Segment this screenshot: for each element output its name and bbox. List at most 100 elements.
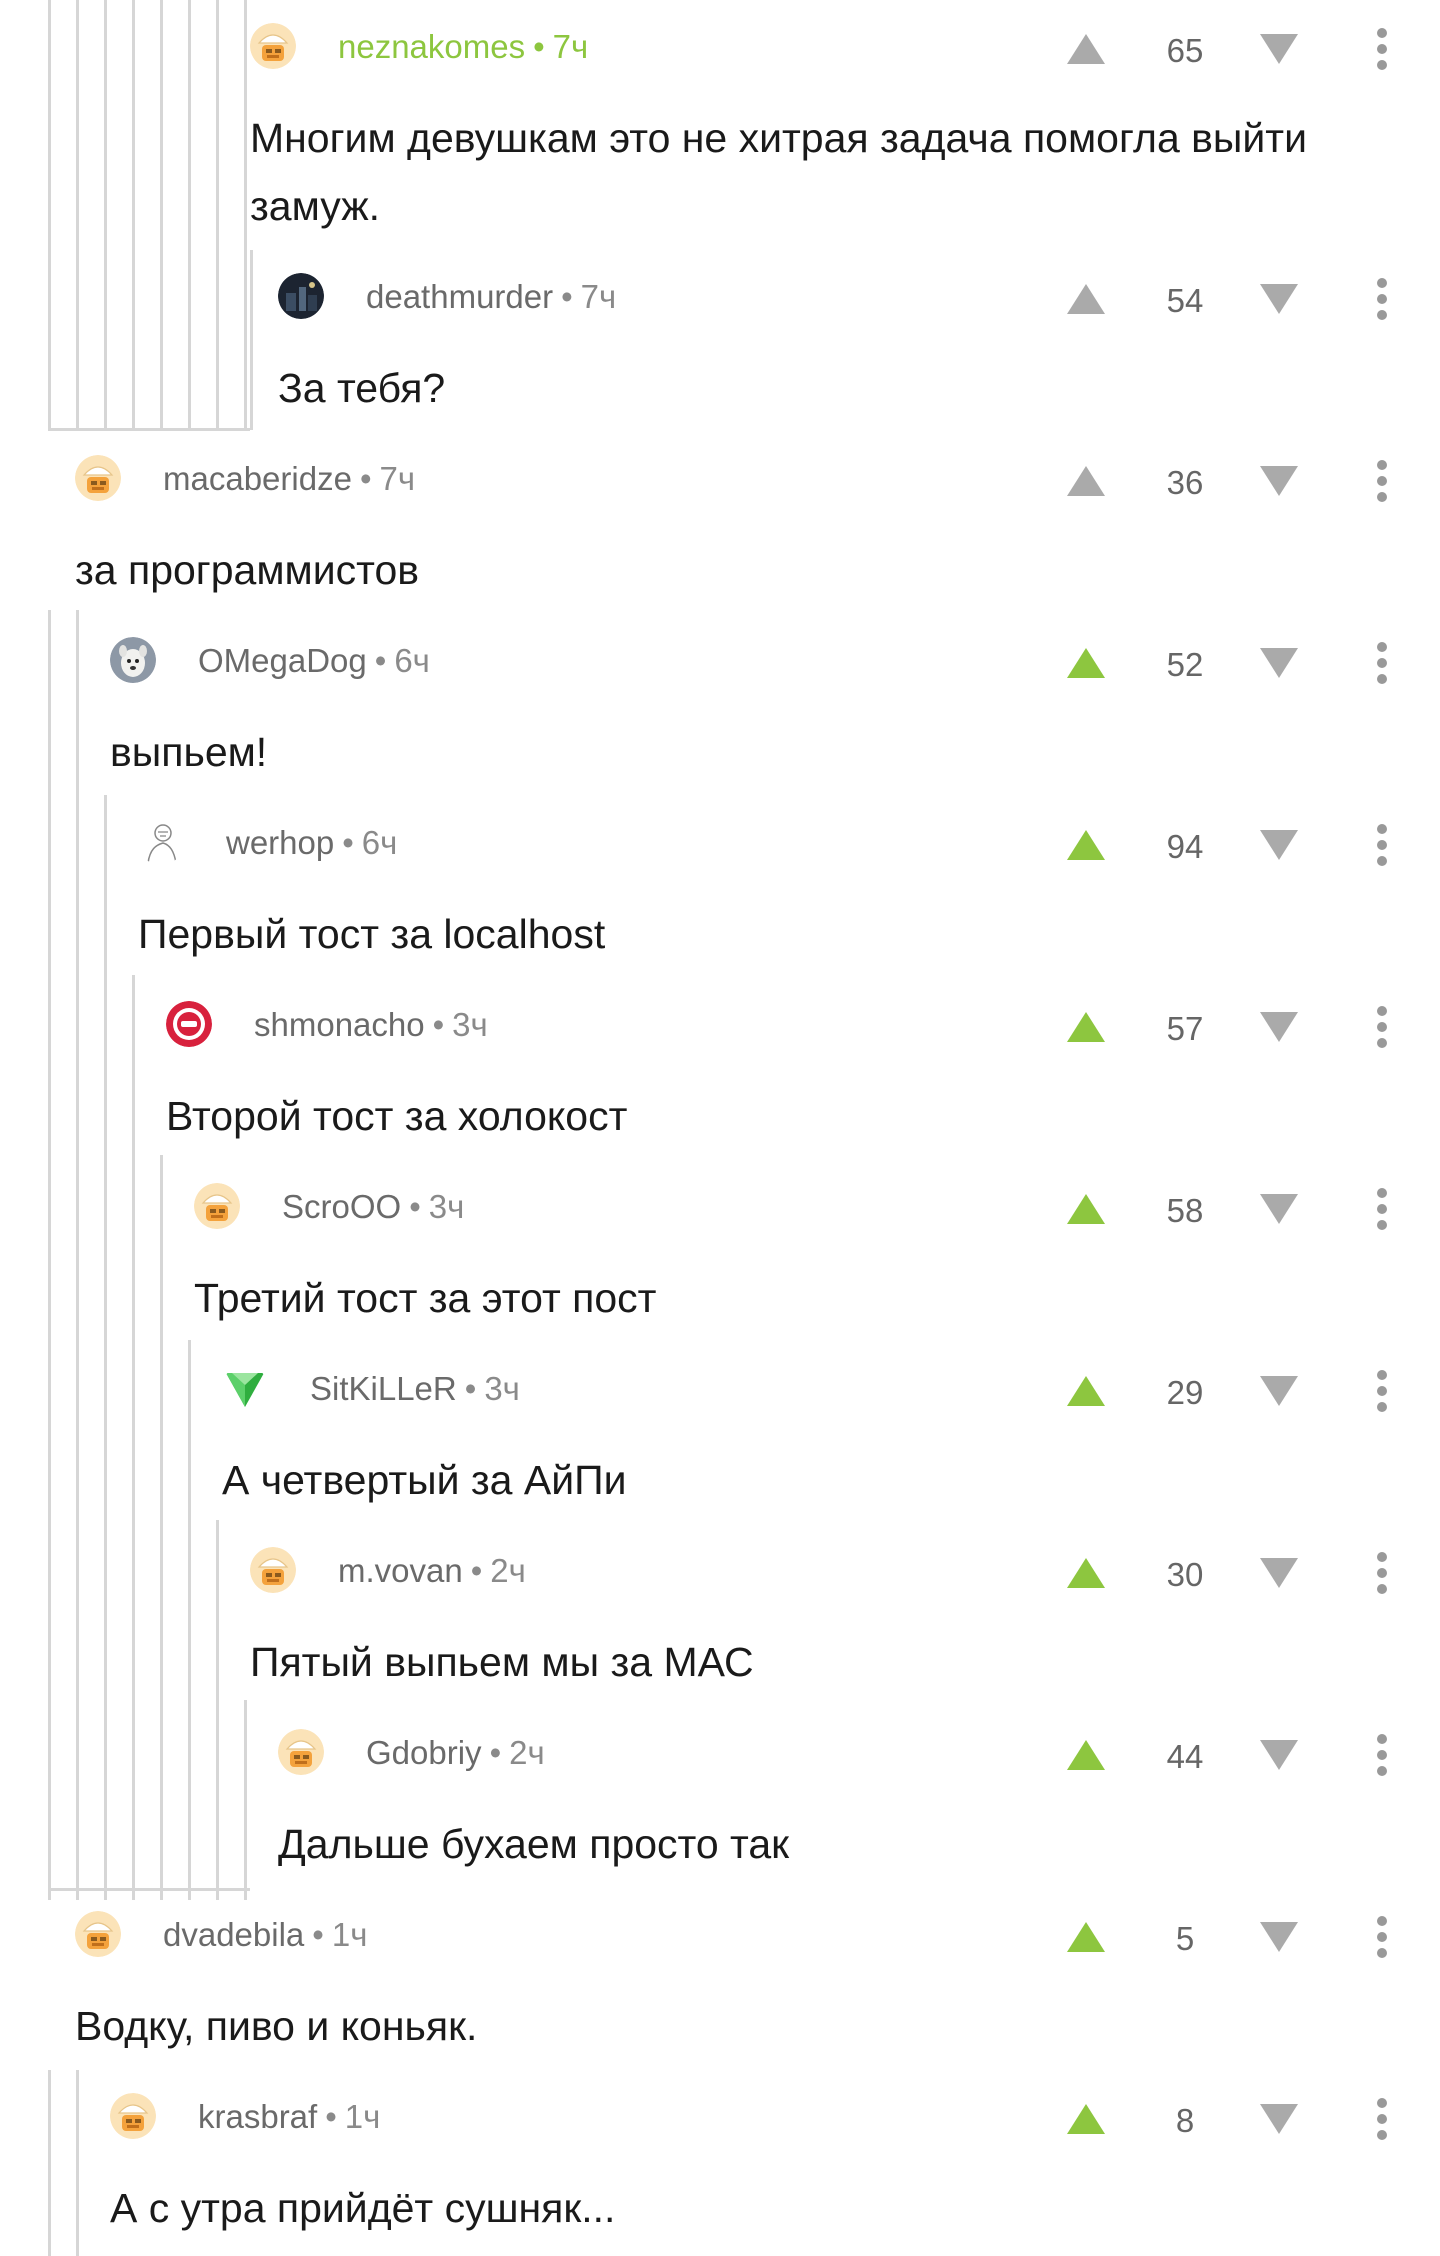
thread-line[interactable] [132,0,135,430]
avatar[interactable] [166,1001,212,1047]
vote-down-icon[interactable] [1258,460,1300,502]
more-options-icon[interactable] [1367,1186,1397,1232]
vote-up-icon[interactable] [1065,2098,1107,2140]
vote-up-icon[interactable] [1065,1552,1107,1594]
author-name[interactable]: OMegaDog [198,642,367,679]
vote-up-icon[interactable] [1065,824,1107,866]
comment-time[interactable]: 3ч [452,1006,488,1043]
comment-time[interactable]: 1ч [332,1916,368,1953]
comment: deathmurder • 7ч 54 За тебя? [278,264,1440,414]
separator-dot: • [533,28,545,65]
more-options-icon[interactable] [1367,1732,1397,1778]
thread-line[interactable] [160,0,163,430]
avatar[interactable] [250,23,296,69]
vote-down-icon[interactable] [1258,1006,1300,1048]
more-options-icon[interactable] [1367,2096,1397,2142]
thread-line[interactable] [216,1520,219,1900]
vote-down-icon[interactable] [1258,2098,1300,2140]
thread-line[interactable] [244,0,247,430]
vote-down-icon[interactable] [1258,1734,1300,1776]
thread-line[interactable] [48,0,51,430]
author-name[interactable]: ScroOO [282,1188,401,1225]
avatar[interactable] [75,1911,121,1957]
vote-up-icon[interactable] [1065,1006,1107,1048]
more-options-icon[interactable] [1367,458,1397,504]
thread-line[interactable] [76,2070,79,2256]
more-options-icon[interactable] [1367,822,1397,868]
vote-up-icon[interactable] [1065,1734,1107,1776]
avatar[interactable] [110,2093,156,2139]
vote-up-icon[interactable] [1065,1188,1107,1230]
comment-time[interactable]: 3ч [429,1188,465,1225]
avatar[interactable] [250,1547,296,1593]
thread-line[interactable] [188,1340,191,1900]
more-options-icon[interactable] [1367,26,1397,72]
comment-time[interactable]: 3ч [484,1370,520,1407]
avatar[interactable] [138,819,184,865]
author-name[interactable]: Gdobriy [366,1734,482,1771]
thread-line[interactable] [104,0,107,430]
vote-up-icon[interactable] [1065,1916,1107,1958]
more-options-icon[interactable] [1367,1914,1397,1960]
separator-dot: • [342,824,354,861]
author-name[interactable]: SitKiLLeR [310,1370,457,1407]
avatar[interactable] [278,1729,324,1775]
avatar[interactable] [194,1183,240,1229]
vote-down-icon[interactable] [1258,28,1300,70]
comment-time[interactable]: 2ч [509,1734,545,1771]
comment-time[interactable]: 7ч [380,460,416,497]
thread-line[interactable] [216,0,219,430]
author-name[interactable]: dvadebila [163,1916,304,1953]
author-name[interactable]: macaberidze [163,460,352,497]
vote-down-icon[interactable] [1258,1370,1300,1412]
vote-up-icon[interactable] [1065,278,1107,320]
vote-down-icon[interactable] [1258,642,1300,684]
more-options-icon[interactable] [1367,1368,1397,1414]
author-name[interactable]: shmonacho [254,1006,425,1043]
thread-line[interactable] [76,0,79,430]
comment: ScroOO • 3ч 58 Третий тост за этот пост [194,1174,1440,1324]
avatar[interactable] [75,455,121,501]
vote-up-icon[interactable] [1065,460,1107,502]
thread-line[interactable] [48,2070,51,2256]
comment-header: SitKiLLeR • 3ч 29 [222,1356,1440,1412]
comment-time[interactable]: 6ч [394,642,430,679]
vote-up-icon[interactable] [1065,1370,1107,1412]
thread-line[interactable] [76,610,79,1900]
avatar[interactable] [222,1365,268,1411]
more-options-icon[interactable] [1367,640,1397,686]
vote-up-icon[interactable] [1065,28,1107,70]
more-options-icon[interactable] [1367,276,1397,322]
avatar[interactable] [278,273,324,319]
author-name[interactable]: werhop [226,824,334,861]
thread-line[interactable] [250,250,253,430]
comment-time[interactable]: 1ч [345,2098,381,2135]
vote-down-icon[interactable] [1258,1916,1300,1958]
comment: shmonacho • 3ч 57 Второй тост за холокост [166,992,1440,1142]
more-options-icon[interactable] [1367,1550,1397,1596]
vote-down-icon[interactable] [1258,1188,1300,1230]
comment-time[interactable]: 2ч [490,1552,526,1589]
comment-time[interactable]: 7ч [553,28,589,65]
separator-dot: • [561,278,573,315]
author-name[interactable]: krasbraf [198,2098,317,2135]
thread-line[interactable] [48,610,51,1900]
thread-line[interactable] [104,795,107,1900]
comment-time[interactable]: 7ч [581,278,617,315]
author-name[interactable]: neznakomes [338,28,525,65]
more-options-icon[interactable] [1367,1004,1397,1050]
thread-line[interactable] [160,1155,163,1900]
author-name[interactable]: m.vovan [338,1552,463,1589]
vote-down-icon[interactable] [1258,278,1300,320]
vote-up-icon[interactable] [1065,642,1107,684]
separator-dot: • [470,1552,483,1589]
vote-down-icon[interactable] [1258,1552,1300,1594]
comment: werhop • 6ч 94 Первый тост за localhost [138,810,1440,960]
thread-line[interactable] [132,975,135,1900]
vote-down-icon[interactable] [1258,824,1300,866]
comment-time[interactable]: 6ч [362,824,398,861]
thread-line[interactable] [188,0,191,430]
thread-line[interactable] [244,1700,247,1900]
author-name[interactable]: deathmurder [366,278,553,315]
avatar[interactable] [110,637,156,683]
